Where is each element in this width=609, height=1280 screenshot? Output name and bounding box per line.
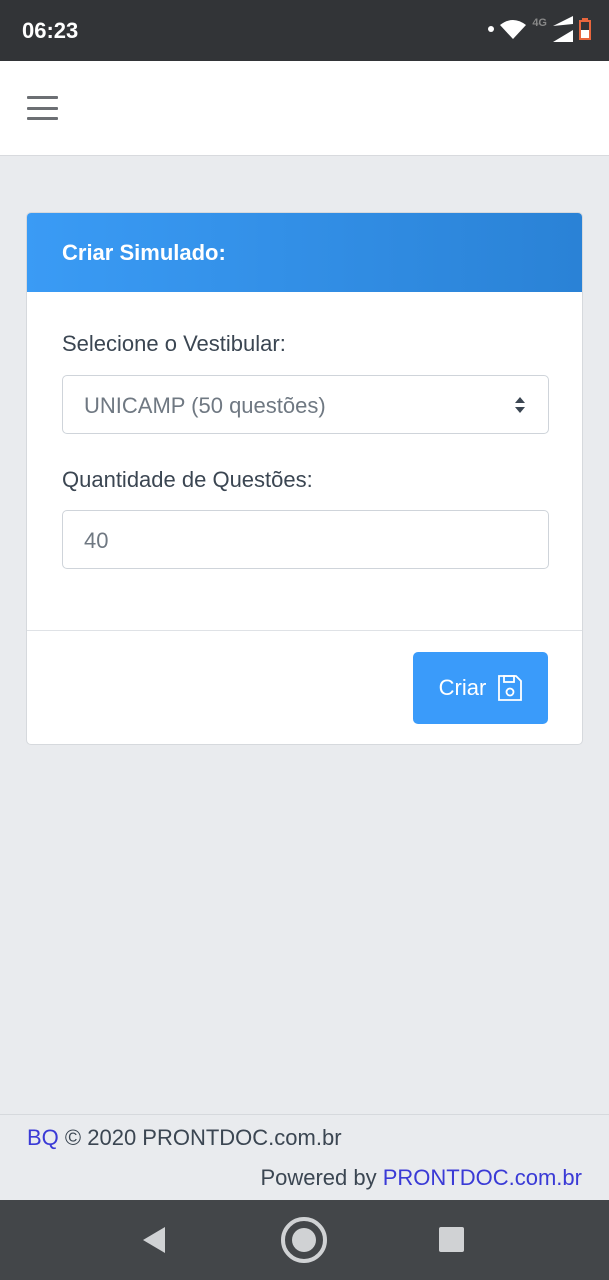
save-icon [498,675,523,701]
quantidade-input[interactable]: 40 [62,510,549,569]
quantidade-label: Quantidade de Questões: [62,467,313,492]
quantidade-value: 40 [84,528,109,553]
copyright-text: © 2020 PRONTDOC.com.br [58,1125,342,1150]
status-time: 06:23 [22,18,79,43]
vestibular-label: Selecione o Vestibular: [62,331,286,356]
powered-by-text: Powered by [260,1165,383,1190]
bq-link[interactable]: BQ [27,1125,59,1150]
select-arrows-icon [515,397,525,413]
card-divider [27,630,582,631]
wifi-icon [500,20,527,39]
signal-icon [553,16,573,42]
network-type: 4G [532,17,547,29]
vestibular-value: UNICAMP (50 questões) [84,393,326,418]
prontdoc-link[interactable]: PRONTDOC.com.br [383,1165,582,1190]
hamburger-menu-icon[interactable] [27,96,58,120]
notification-dot-icon [488,26,495,32]
vestibular-select[interactable]: UNICAMP (50 questões) [62,375,549,434]
home-icon[interactable] [280,1216,328,1264]
card-title: Criar Simulado: [27,213,582,292]
criar-button[interactable]: Criar [413,652,548,724]
system-nav-bar [0,1200,609,1280]
battery-icon [579,18,591,40]
back-icon[interactable] [141,1227,167,1253]
recents-icon[interactable] [439,1227,464,1252]
footer: BQ © 2020 PRONTDOC.com.br Powered by PRO… [0,1114,609,1200]
criar-label: Criar [438,675,487,700]
create-simulado-card: Criar Simulado: Selecione o Vestibular: … [26,212,583,745]
top-navbar [0,61,609,156]
status-bar: 06:23 4G [0,0,609,61]
